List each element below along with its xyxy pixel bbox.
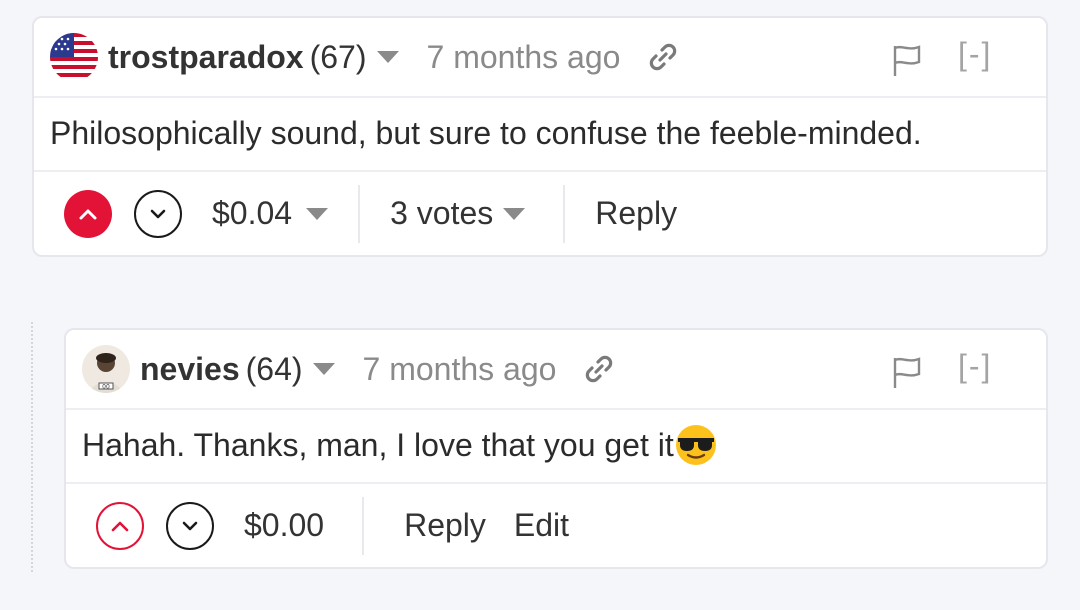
permalink-icon[interactable] [646, 40, 680, 74]
collapse-button[interactable]: [-] [958, 348, 992, 385]
comment-card: trostparadox (67) 7 months ago [-] Philo… [32, 16, 1048, 257]
payout-value[interactable]: $0.00 [244, 507, 324, 544]
payout-value[interactable]: $0.04 [212, 195, 292, 232]
edit-button[interactable]: Edit [514, 507, 569, 544]
sunglasses-emoji-icon [675, 424, 716, 465]
reply-button[interactable]: Reply [595, 195, 677, 232]
divider [563, 184, 566, 243]
avatar[interactable]: 00 [82, 345, 130, 393]
comment-footer: $0.00 Reply Edit [66, 484, 1046, 567]
comment-timestamp[interactable]: 7 months ago [427, 39, 621, 76]
downvote-button[interactable] [134, 189, 182, 238]
comment-timestamp[interactable]: 7 months ago [363, 351, 557, 388]
votes-dropdown-caret-icon[interactable] [503, 207, 526, 220]
chevron-up-icon [79, 209, 97, 219]
thread-indent-line [31, 322, 33, 572]
divider [358, 184, 361, 243]
comment-footer: $0.04 3 votes Reply [34, 172, 1046, 255]
comment-card: 00 nevies (64) 7 months ago [-] Hahah. T… [64, 328, 1048, 569]
downvote-button[interactable] [166, 501, 214, 550]
votes-count[interactable]: 3 votes [390, 195, 493, 232]
comment-body: Philosophically sound, but sure to confu… [34, 98, 1046, 172]
flag-icon[interactable] [890, 354, 924, 390]
collapse-button[interactable]: [-] [958, 36, 992, 73]
comment-body-text: Hahah. Thanks, man, I love that you get … [82, 427, 674, 463]
comment-header: 00 nevies (64) 7 months ago [-] [66, 330, 1046, 410]
avatar[interactable] [50, 33, 98, 81]
comment-body: Hahah. Thanks, man, I love that you get … [66, 410, 1046, 484]
upvote-button[interactable] [64, 189, 112, 238]
flag-icon[interactable] [890, 42, 924, 78]
author-reputation: (64) [245, 350, 303, 387]
comment-header: trostparadox (67) 7 months ago [-] [34, 18, 1046, 98]
chevron-down-icon [182, 521, 198, 530]
author-reputation: (67) [309, 38, 367, 75]
payout-dropdown-caret-icon[interactable] [306, 207, 329, 220]
upvote-button[interactable] [96, 501, 144, 550]
author-menu-caret-icon[interactable] [312, 363, 335, 375]
author-name[interactable]: nevies [140, 351, 240, 388]
permalink-icon[interactable] [582, 352, 616, 386]
chevron-down-icon [150, 209, 166, 218]
svg-text:00: 00 [102, 384, 110, 391]
divider [362, 496, 365, 555]
author-name[interactable]: trostparadox [108, 39, 304, 76]
reply-button[interactable]: Reply [404, 507, 486, 544]
author-menu-caret-icon[interactable] [376, 51, 399, 63]
chevron-up-icon [111, 521, 129, 531]
